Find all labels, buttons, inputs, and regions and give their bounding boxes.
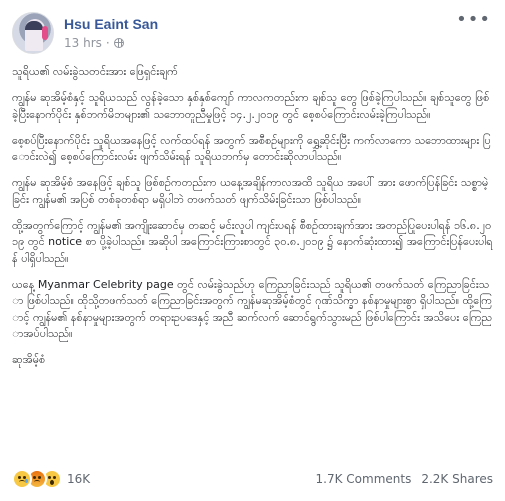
avatar-accent xyxy=(42,26,48,40)
comments-count[interactable]: 1.7K Comments xyxy=(316,472,412,486)
post-body: သူရိယ၏ လမ်းခွဲသတင်းအား ဖြေရှင်းချက် ကျွန… xyxy=(12,64,493,368)
more-options-icon[interactable]: ••• xyxy=(456,11,491,29)
post-meta: 13 hrs · xyxy=(64,35,158,51)
facebook-post: Hsu Eaint San 13 hrs · ••• သူရိယ၏ လမ်းခွ… xyxy=(0,0,505,501)
reaction-count[interactable]: 16K xyxy=(67,472,90,486)
shares-count[interactable]: 2.2K Shares xyxy=(421,472,493,486)
avatar-figure xyxy=(25,21,43,51)
post-paragraph: ကျွန်မ ဆုအိမ့်စံနှင့် သူရိယသည် လွန်ခဲ့သေ… xyxy=(12,91,490,121)
meta-separator: · xyxy=(105,36,110,50)
sad-reaction-icon xyxy=(12,469,32,489)
post-paragraph: ကျွန်မ ဆုအိမ့်စံ အနေဖြင့် ချစ်သူ ဖြစ်စဉ်… xyxy=(12,176,489,206)
author-name[interactable]: Hsu Eaint San xyxy=(64,15,158,33)
post-paragraph: စေ့စပ်ပြီးနောက်ပိုင်း သူရိယအနေဖြင့် လက်ထ… xyxy=(12,133,491,164)
post-paragraph: ထို့အတွက်ကြောင့် ကျွန်မ၏ အကျိုးဆောင်မှ တ… xyxy=(12,219,493,265)
post-header: Hsu Eaint San 13 hrs · xyxy=(12,10,493,56)
reactions[interactable]: 16K xyxy=(12,469,90,489)
post-footer: 16K 1.7K Comments 2.2K Shares xyxy=(12,466,493,492)
globe-icon[interactable] xyxy=(113,38,124,48)
post-title: သူရိယ၏ လမ်းခွဲသတင်းအား ဖြေရှင်းချက် xyxy=(12,65,178,78)
post-time[interactable]: 13 hrs xyxy=(64,35,102,51)
avatar[interactable] xyxy=(12,12,54,54)
post-signature: ဆုအိမ့်စံ xyxy=(12,353,46,367)
author-block: Hsu Eaint San 13 hrs · xyxy=(64,15,158,51)
post-paragraph: ယနေ့ Myanmar Celebrity page တွင် လမ်းခွဲ… xyxy=(12,277,493,340)
